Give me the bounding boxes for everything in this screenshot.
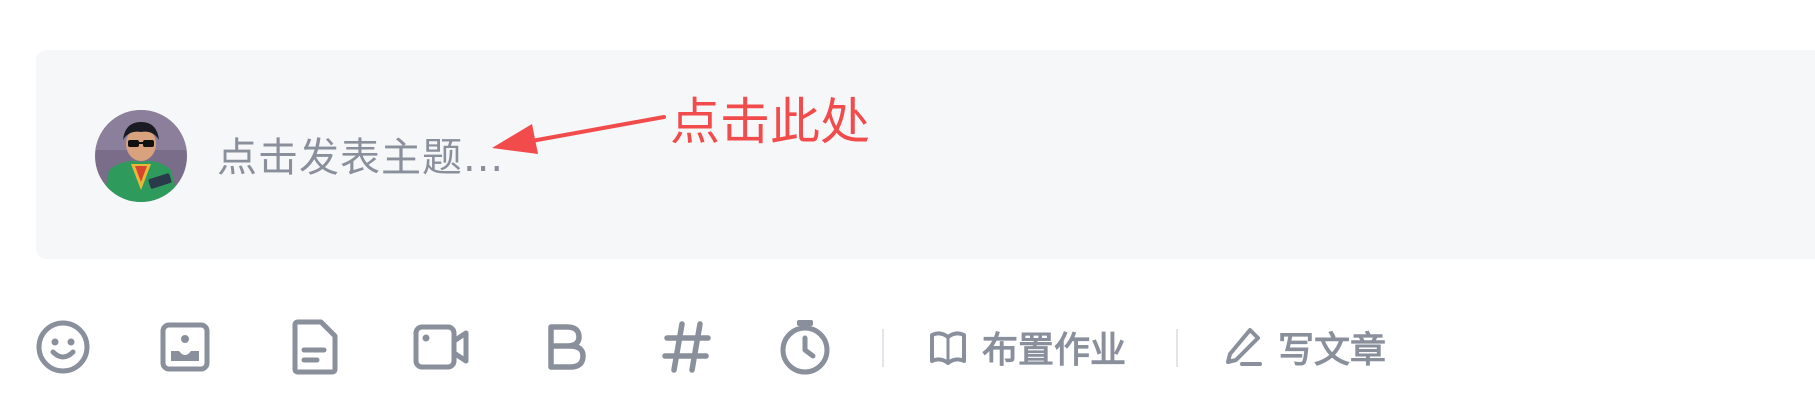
bold-button[interactable] bbox=[533, 315, 597, 379]
annotation-label: 点击此处 bbox=[670, 93, 870, 151]
video-icon bbox=[413, 324, 469, 370]
bold-icon bbox=[548, 324, 586, 370]
document-button[interactable] bbox=[282, 315, 346, 379]
image-icon bbox=[160, 322, 210, 372]
composer-toolbar: 布置作业 写文章 bbox=[0, 315, 1815, 385]
write-article-button[interactable]: 写文章 bbox=[1224, 315, 1386, 379]
book-icon bbox=[930, 331, 966, 365]
image-button[interactable] bbox=[153, 315, 217, 379]
toolbar-divider bbox=[882, 329, 884, 367]
user-avatar bbox=[95, 110, 187, 202]
emoji-button[interactable] bbox=[31, 315, 95, 379]
toolbar-divider bbox=[1176, 329, 1178, 367]
document-icon bbox=[292, 319, 338, 375]
post-composer-page: 点击发表主题... 点击此处 布置作业 写文章 bbox=[0, 0, 1815, 405]
write-article-label: 写文章 bbox=[1278, 330, 1387, 371]
hashtag-button[interactable] bbox=[655, 315, 719, 379]
assign-homework-label: 布置作业 bbox=[982, 330, 1127, 371]
timer-icon bbox=[780, 320, 830, 375]
emoji-icon bbox=[36, 320, 90, 374]
compose-placeholder[interactable]: 点击发表主题... bbox=[217, 133, 504, 183]
assign-homework-button[interactable]: 布置作业 bbox=[928, 315, 1126, 379]
video-button[interactable] bbox=[409, 315, 473, 379]
annotation-arrow-icon bbox=[492, 115, 666, 154]
hashtag-icon bbox=[662, 321, 711, 373]
pencil-icon bbox=[1226, 328, 1262, 366]
timer-button[interactable] bbox=[773, 315, 837, 379]
